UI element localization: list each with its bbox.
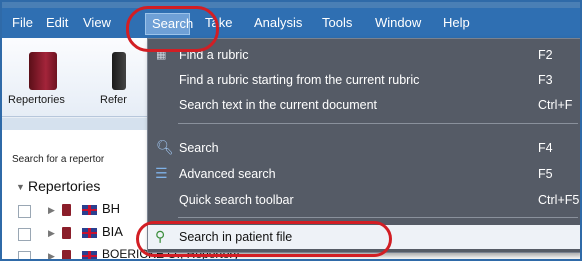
- menu-item-shortcut: F5: [538, 167, 553, 181]
- menu-view[interactable]: View: [83, 15, 111, 30]
- menu-item-label: Search text in the current document: [179, 98, 378, 112]
- menu-item-find-rubric-from-current[interactable]: Find a rubric starting from the current …: [148, 68, 580, 92]
- menu-item-label: Find a rubric: [179, 48, 249, 62]
- repertory-row-label[interactable]: BH: [102, 201, 120, 216]
- patient-search-icon: ⚲: [155, 228, 166, 244]
- expand-arrow-icon[interactable]: ▶: [48, 228, 55, 239]
- menu-take[interactable]: Take: [205, 15, 232, 30]
- menu-item-find-rubric[interactable]: ▦ Find a rubric F2: [148, 43, 580, 67]
- menu-item-search[interactable]: 🔍︎ Search F4: [148, 136, 580, 160]
- menu-window[interactable]: Window: [375, 15, 421, 30]
- references-button[interactable]: Refer: [100, 94, 127, 106]
- menu-item-label: Search: [179, 141, 219, 155]
- book-icon: [62, 250, 71, 259]
- row-checkbox[interactable]: [18, 228, 31, 241]
- expand-arrow-icon[interactable]: ▶: [48, 251, 55, 259]
- menu-item-search-text[interactable]: Search text in the current document Ctrl…: [148, 93, 580, 117]
- uk-flag-icon: [82, 251, 97, 259]
- references-book-icon[interactable]: [112, 52, 126, 90]
- search-menu-dropdown: ▦ Find a rubric F2 Find a rubric startin…: [147, 38, 580, 253]
- menu-item-label: Quick search toolbar: [179, 193, 294, 207]
- menu-item-label: Find a rubric starting from the current …: [179, 73, 420, 87]
- expand-arrow-icon[interactable]: ▶: [48, 205, 55, 216]
- book-icon: [62, 227, 71, 239]
- menu-separator: [178, 123, 578, 124]
- repertories-book-icon[interactable]: [29, 52, 57, 90]
- uk-flag-icon: [82, 205, 97, 215]
- menu-item-shortcut: Ctrl+F: [538, 98, 573, 112]
- find-rubric-icon: ▦: [156, 49, 167, 61]
- repertory-row-label[interactable]: BIA: [102, 224, 123, 239]
- menu-item-search-patient-file[interactable]: ⚲ Search in patient file: [148, 225, 580, 249]
- menu-separator: [178, 217, 578, 218]
- magnifier-icon: 🔍︎: [156, 139, 174, 155]
- menu-item-shortcut: F4: [538, 141, 553, 155]
- menu-item-label: Advanced search: [179, 167, 276, 181]
- collapse-triangle-icon[interactable]: ▼: [16, 182, 25, 192]
- repertories-button[interactable]: Repertories: [8, 94, 65, 106]
- menu-file[interactable]: File: [12, 15, 33, 30]
- menu-item-advanced-search[interactable]: ☰ Advanced search F5: [148, 162, 580, 186]
- book-icon: [62, 204, 71, 216]
- menu-item-shortcut: F2: [538, 48, 553, 62]
- menu-item-label: Search in patient file: [179, 230, 293, 244]
- list-icon: ☰: [155, 165, 168, 181]
- menu-item-shortcut: F3: [538, 73, 553, 87]
- menu-bar: File Edit View Search Take Analysis Tool…: [2, 8, 580, 38]
- search-repertory-label: Search for a repertor: [12, 154, 105, 165]
- app-window: File Edit View Search Take Analysis Tool…: [0, 0, 582, 261]
- menu-search[interactable]: Search: [145, 13, 194, 35]
- uk-flag-icon: [82, 228, 97, 238]
- menu-help[interactable]: Help: [443, 15, 470, 30]
- menu-analysis[interactable]: Analysis: [254, 15, 302, 30]
- menu-item-quick-search-toolbar[interactable]: Quick search toolbar Ctrl+F5: [148, 188, 580, 212]
- menu-search-label: Search: [152, 16, 194, 31]
- row-checkbox[interactable]: [18, 251, 31, 259]
- row-checkbox[interactable]: [18, 205, 31, 218]
- menu-item-shortcut: Ctrl+F5: [538, 193, 580, 207]
- repertories-header[interactable]: Repertories: [28, 178, 100, 194]
- menu-tools[interactable]: Tools: [322, 15, 352, 30]
- menu-edit[interactable]: Edit: [46, 15, 68, 30]
